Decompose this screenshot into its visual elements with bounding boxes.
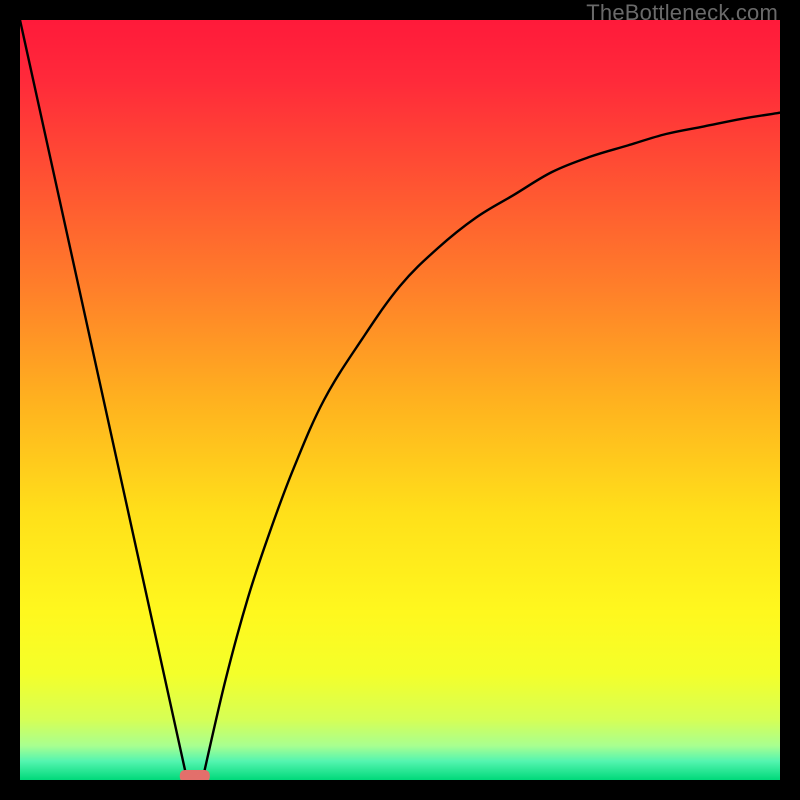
watermark-text: TheBottleneck.com <box>586 0 778 26</box>
chart-frame <box>20 20 780 780</box>
bottleneck-chart <box>20 20 780 780</box>
optimal-marker <box>180 770 210 780</box>
